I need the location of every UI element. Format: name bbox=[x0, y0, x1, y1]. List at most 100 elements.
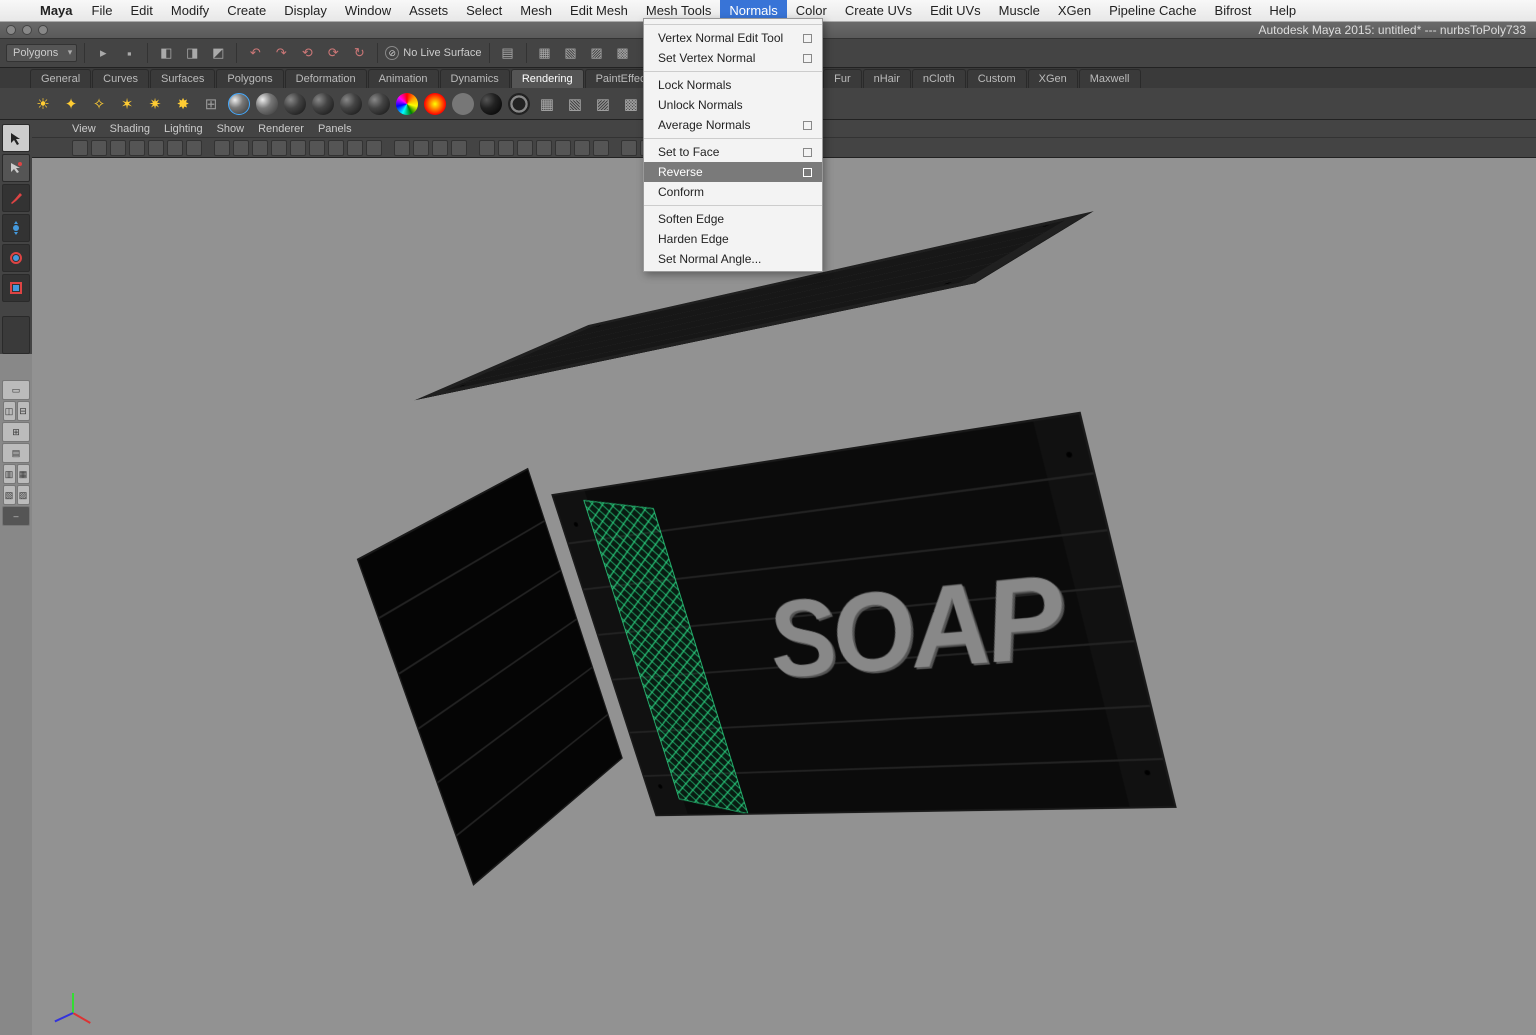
shelf-material-icon[interactable] bbox=[254, 91, 280, 117]
panel-icon[interactable] bbox=[328, 140, 344, 156]
shelf-material-icon[interactable] bbox=[282, 91, 308, 117]
panel-menu-shading[interactable]: Shading bbox=[110, 123, 150, 135]
mac-menu-assets[interactable]: Assets bbox=[400, 0, 457, 22]
layout-collapse[interactable]: – bbox=[2, 506, 30, 526]
mac-menu-edit-mesh[interactable]: Edit Mesh bbox=[561, 0, 637, 22]
panel-icon[interactable] bbox=[394, 140, 410, 156]
shelf-light-icon[interactable]: ✸ bbox=[170, 91, 196, 117]
mode-combo[interactable]: Polygons bbox=[6, 44, 77, 62]
option-box-icon[interactable] bbox=[803, 148, 812, 157]
shelf-tab-custom[interactable]: Custom bbox=[967, 69, 1027, 88]
mac-menu-edit-uvs[interactable]: Edit UVs bbox=[921, 0, 990, 22]
status-icon[interactable]: ↻ bbox=[348, 42, 370, 64]
panel-icon[interactable] bbox=[110, 140, 126, 156]
layout-single[interactable]: ▭ bbox=[2, 380, 30, 400]
status-icon[interactable]: ⟳ bbox=[322, 42, 344, 64]
panel-icon[interactable] bbox=[555, 140, 571, 156]
window-dot[interactable] bbox=[6, 25, 16, 35]
shelf-icon[interactable]: ▩ bbox=[618, 91, 644, 117]
live-surface[interactable]: ⊘ No Live Surface bbox=[385, 46, 481, 60]
shelf-tab-ncloth[interactable]: nCloth bbox=[912, 69, 966, 88]
layout-2h[interactable]: ⊟ bbox=[17, 401, 30, 421]
status-icon[interactable]: ◧ bbox=[155, 42, 177, 64]
mac-menu-file[interactable]: File bbox=[83, 0, 122, 22]
panel-icon[interactable] bbox=[214, 140, 230, 156]
menu-item-conform[interactable]: Conform bbox=[644, 182, 822, 202]
move-tool[interactable] bbox=[2, 214, 30, 242]
crate-front-face[interactable]: SOAP bbox=[551, 412, 1177, 817]
panel-icon[interactable] bbox=[72, 140, 88, 156]
layout-preset[interactable]: ▥ bbox=[3, 464, 16, 484]
shelf-material-icon[interactable] bbox=[338, 91, 364, 117]
layout-preset[interactable]: ▦ bbox=[17, 464, 30, 484]
panel-icon[interactable] bbox=[432, 140, 448, 156]
menu-item-set-to-face[interactable]: Set to Face bbox=[644, 142, 822, 162]
mac-menu-pipeline-cache[interactable]: Pipeline Cache bbox=[1100, 0, 1205, 22]
menu-item-vertex-normal-edit-tool[interactable]: Vertex Normal Edit Tool bbox=[644, 28, 822, 48]
window-dot[interactable] bbox=[22, 25, 32, 35]
layout-4[interactable]: ⊞ bbox=[2, 422, 30, 442]
panel-icon[interactable] bbox=[233, 140, 249, 156]
status-icon[interactable]: ▩ bbox=[612, 42, 634, 64]
mac-menu-create[interactable]: Create bbox=[218, 0, 275, 22]
shelf-tab-general[interactable]: General bbox=[30, 69, 91, 88]
mac-menu-muscle[interactable]: Muscle bbox=[990, 0, 1049, 22]
shelf-tab-polygons[interactable]: Polygons bbox=[216, 69, 283, 88]
mac-menu-xgen[interactable]: XGen bbox=[1049, 0, 1100, 22]
crate-model[interactable]: SOAP bbox=[628, 366, 1217, 754]
select-tool[interactable] bbox=[2, 124, 30, 152]
mac-menu-help[interactable]: Help bbox=[1260, 0, 1305, 22]
layout-preset[interactable]: ▤ bbox=[2, 443, 30, 463]
shelf-material-icon[interactable] bbox=[394, 91, 420, 117]
panel-icon[interactable] bbox=[167, 140, 183, 156]
menu-item-lock-normals[interactable]: Lock Normals bbox=[644, 75, 822, 95]
shelf-material-icon[interactable] bbox=[226, 91, 252, 117]
panel-icon[interactable] bbox=[366, 140, 382, 156]
panel-menu-lighting[interactable]: Lighting bbox=[164, 123, 203, 135]
menu-item-reverse[interactable]: Reverse bbox=[644, 162, 822, 182]
menu-item-unlock-normals[interactable]: Unlock Normals bbox=[644, 95, 822, 115]
undo-icon[interactable]: ↶ bbox=[244, 42, 266, 64]
shelf-light-icon[interactable]: ✧ bbox=[86, 91, 112, 117]
lasso-tool[interactable] bbox=[2, 154, 30, 182]
menu-item-set-normal-angle-[interactable]: Set Normal Angle... bbox=[644, 249, 822, 269]
shelf-icon[interactable]: ▧ bbox=[562, 91, 588, 117]
shelf-tab-surfaces[interactable]: Surfaces bbox=[150, 69, 215, 88]
status-icon[interactable]: ▧ bbox=[560, 42, 582, 64]
panel-icon[interactable] bbox=[413, 140, 429, 156]
shelf-tab-rendering[interactable]: Rendering bbox=[511, 69, 584, 88]
redo-icon[interactable]: ↷ bbox=[270, 42, 292, 64]
status-icon[interactable]: ▦ bbox=[534, 42, 556, 64]
mac-menu-bifrost[interactable]: Bifrost bbox=[1206, 0, 1261, 22]
viewport[interactable]: SOAP bbox=[32, 158, 1536, 1035]
status-icon[interactable]: ▸ bbox=[92, 42, 114, 64]
app-name[interactable]: Maya bbox=[30, 3, 83, 18]
panel-icon[interactable] bbox=[148, 140, 164, 156]
panel-icon[interactable] bbox=[574, 140, 590, 156]
panel-icon[interactable] bbox=[479, 140, 495, 156]
status-icon[interactable]: ◩ bbox=[207, 42, 229, 64]
shelf-material-icon[interactable] bbox=[366, 91, 392, 117]
layout-2v[interactable]: ◫ bbox=[3, 401, 16, 421]
mac-menu-mesh[interactable]: Mesh bbox=[511, 0, 561, 22]
panel-icon[interactable] bbox=[252, 140, 268, 156]
shelf-light-icon[interactable]: ✶ bbox=[114, 91, 140, 117]
tool-slot[interactable] bbox=[2, 316, 30, 354]
shelf-tab-maxwell[interactable]: Maxwell bbox=[1079, 69, 1141, 88]
menu-item-average-normals[interactable]: Average Normals bbox=[644, 115, 822, 135]
option-box-icon[interactable] bbox=[803, 121, 812, 130]
mac-menu-modify[interactable]: Modify bbox=[162, 0, 218, 22]
shelf-tab-nhair[interactable]: nHair bbox=[863, 69, 911, 88]
shelf-tab-deformation[interactable]: Deformation bbox=[285, 69, 367, 88]
shelf-light-icon[interactable]: ✦ bbox=[58, 91, 84, 117]
panel-icon[interactable] bbox=[593, 140, 609, 156]
layout-preset[interactable]: ▧ bbox=[3, 485, 16, 505]
shelf-tab-fur[interactable]: Fur bbox=[823, 69, 862, 88]
status-icon[interactable]: ▨ bbox=[586, 42, 608, 64]
panel-icon[interactable] bbox=[309, 140, 325, 156]
shelf-material-icon[interactable] bbox=[506, 91, 532, 117]
menu-item-soften-edge[interactable]: Soften Edge bbox=[644, 209, 822, 229]
shelf-tab-dynamics[interactable]: Dynamics bbox=[440, 69, 510, 88]
panel-icon[interactable] bbox=[498, 140, 514, 156]
scale-tool[interactable] bbox=[2, 274, 30, 302]
